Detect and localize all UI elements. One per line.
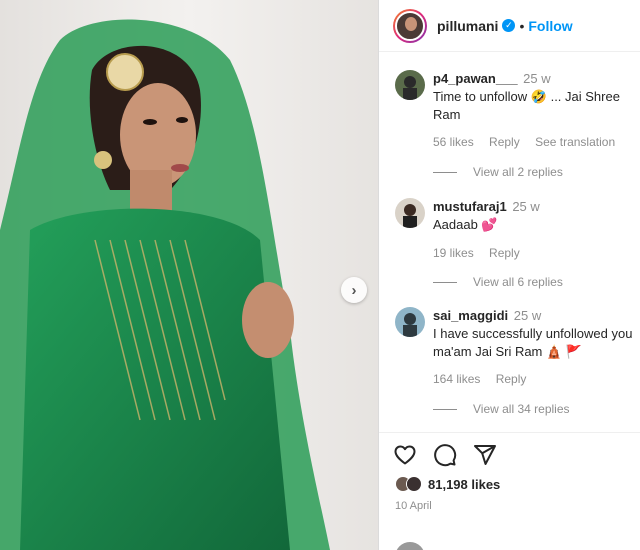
commenter-username[interactable]: mustufaraj1 (433, 199, 507, 214)
share-icon[interactable] (473, 443, 497, 467)
view-replies-button[interactable]: View all 2 replies (433, 165, 563, 179)
post-header: pillumani ✓ • Follow (379, 0, 640, 52)
heart-icon[interactable] (393, 443, 417, 467)
post-photo (0, 0, 378, 550)
chevron-right-icon: › (351, 281, 357, 299)
post-date[interactable]: 10 April (395, 500, 432, 512)
author-username[interactable]: pillumani (437, 18, 498, 34)
reply-button[interactable]: Reply (489, 135, 520, 149)
see-translation-button[interactable]: See translation (535, 135, 615, 149)
comment-time[interactable]: 25 w (514, 308, 541, 323)
post-side-panel: pillumani ✓ • Follow p4_pawan___ 25 w Ti… (378, 0, 640, 550)
view-replies-button[interactable]: View all 34 replies (433, 402, 570, 416)
current-user-avatar (395, 542, 425, 550)
comment-text-cont: ma'am Jai Sri Ram 🛕 🚩 (433, 344, 582, 359)
comment-text: Aadaab 💕 (433, 217, 498, 232)
commenter-username[interactable]: sai_maggidi (433, 308, 508, 323)
verified-icon: ✓ (502, 19, 516, 32)
header-separator: • (519, 17, 525, 34)
likes-summary[interactable]: 81,198 likes (395, 476, 500, 492)
reply-button[interactable]: Reply (496, 372, 527, 386)
commenter-avatar[interactable] (395, 307, 425, 337)
author-avatar[interactable] (393, 8, 427, 43)
follow-button[interactable]: Follow (528, 18, 572, 34)
commenter-avatar[interactable] (395, 198, 425, 228)
comment-time[interactable]: 25 w (512, 199, 539, 214)
comment-likes[interactable]: 56 likes (433, 135, 474, 149)
comment-text-cont: Ram (433, 107, 461, 122)
comment-text: Time to unfollow 🤣 ... Jai Shree (433, 89, 620, 104)
post-image[interactable]: › (0, 0, 378, 550)
commenter-avatar[interactable] (395, 70, 425, 100)
comment-likes[interactable]: 19 likes (433, 246, 474, 260)
comment-likes[interactable]: 164 likes (433, 372, 480, 386)
post-actions: 81,198 likes 10 April (379, 432, 640, 542)
liker-avatar (406, 476, 422, 492)
comment-icon[interactable] (433, 443, 457, 467)
commenter-username[interactable]: p4_pawan___ (433, 71, 518, 86)
comment-time[interactable]: 25 w (523, 71, 550, 86)
next-image-button[interactable]: › (341, 277, 367, 303)
view-replies-button[interactable]: View all 6 replies (433, 275, 563, 289)
reply-button[interactable]: Reply (489, 246, 520, 260)
likes-count[interactable]: 81,198 likes (428, 477, 500, 492)
comment-text: I have successfully unfollowed you (433, 326, 633, 341)
